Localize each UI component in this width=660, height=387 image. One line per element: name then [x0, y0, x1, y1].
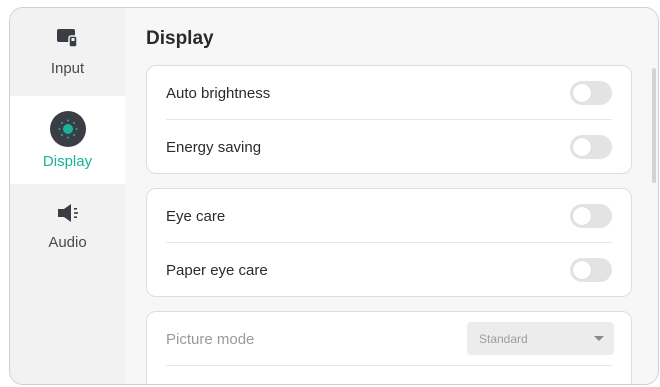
eye-care-toggle[interactable] [570, 204, 612, 228]
setting-label: Auto brightness [166, 84, 271, 102]
sidebar: Input Display Audio [10, 8, 125, 384]
settings-window: Input Display Audio Display Auto brightn… [9, 7, 659, 385]
setting-row-paper-eye-care[interactable]: Paper eye care [147, 243, 631, 297]
toggle-knob [573, 84, 591, 102]
sidebar-item-label: Audio [48, 234, 87, 251]
paper-eye-care-toggle[interactable] [570, 258, 612, 282]
setting-row-picture-mode: Picture mode Standard [147, 312, 631, 366]
input-icon [56, 27, 80, 54]
setting-label: Paper eye care [166, 261, 268, 279]
scrollbar[interactable] [652, 68, 656, 183]
setting-label: Eye care [166, 207, 226, 225]
toggle-knob [573, 261, 591, 279]
settings-group: Auto brightness Energy saving [146, 65, 632, 174]
sidebar-item-input[interactable]: Input [10, 8, 125, 96]
display-icon [49, 110, 86, 147]
sidebar-item-label: Input [50, 60, 85, 77]
setting-label: Energy saving [166, 138, 262, 156]
divider [166, 365, 612, 366]
speaker-icon [56, 203, 80, 228]
page-title: Display [146, 28, 214, 49]
sidebar-item-audio[interactable]: Audio [10, 183, 125, 271]
select-value: Standard [479, 331, 528, 346]
sidebar-item-display[interactable]: Display [10, 96, 125, 184]
toggle-knob [573, 138, 591, 156]
setting-label: Picture mode [166, 330, 255, 348]
settings-group: Picture mode Standard [146, 311, 632, 384]
setting-row-energy-saving[interactable]: Energy saving [147, 120, 631, 174]
settings-group: Eye care Paper eye care [146, 188, 632, 297]
chevron-down-icon [594, 336, 604, 341]
picture-mode-select[interactable]: Standard [467, 322, 614, 355]
sidebar-item-label: Display [42, 152, 93, 170]
setting-row-eye-care[interactable]: Eye care [147, 189, 631, 243]
setting-row-auto-brightness[interactable]: Auto brightness [147, 66, 631, 120]
toggle-knob [573, 207, 591, 225]
auto-brightness-toggle[interactable] [570, 81, 612, 105]
energy-saving-toggle[interactable] [570, 135, 612, 159]
main-panel: Display Auto brightness Energy saving Ey… [125, 8, 658, 384]
